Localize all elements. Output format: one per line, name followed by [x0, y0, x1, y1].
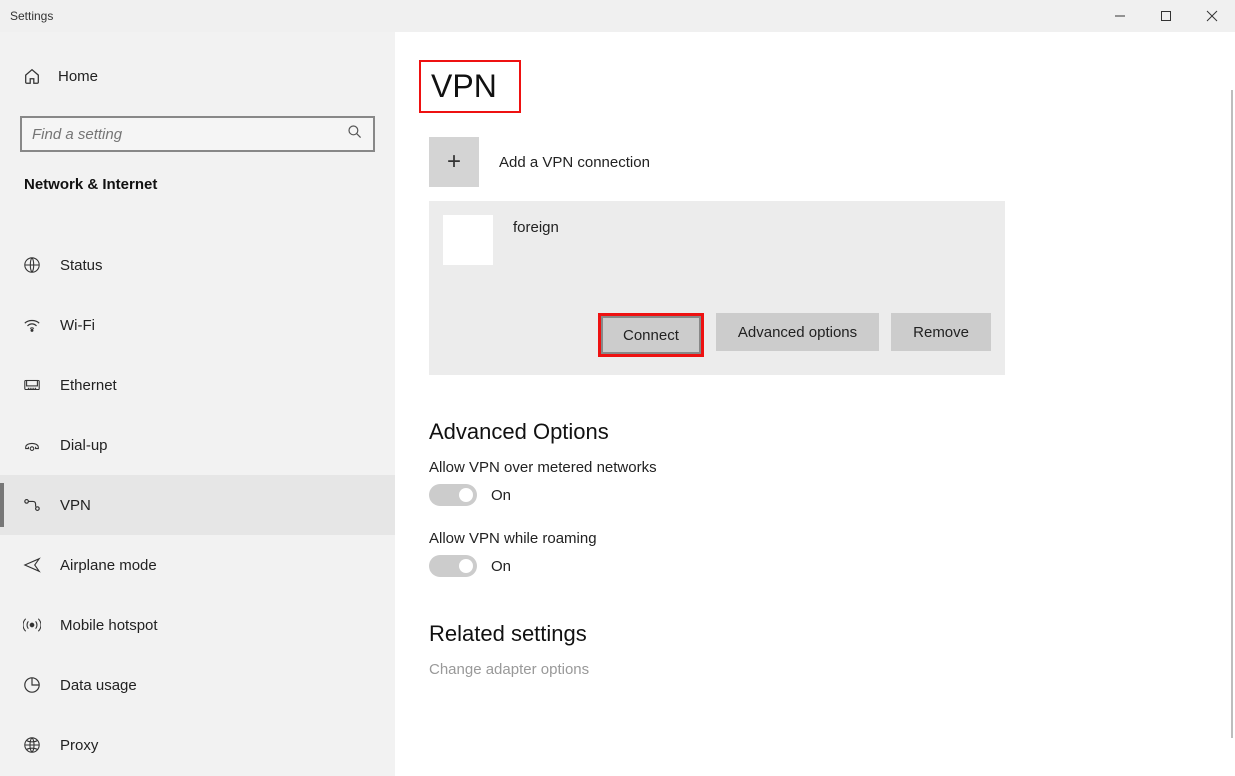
plus-icon: + [447, 148, 461, 176]
window-controls [1097, 0, 1235, 32]
airplane-icon [22, 555, 42, 575]
vpn-connection-card[interactable]: foreign Connect Advanced options Remove [429, 201, 1005, 375]
advanced-options-title: Advanced Options [429, 419, 1235, 445]
sidebar-item-label: VPN [60, 497, 91, 514]
minimize-button[interactable] [1097, 0, 1143, 32]
globe-icon [22, 255, 42, 275]
page-heading-highlight: VPN [419, 60, 521, 113]
advanced-options-button[interactable]: Advanced options [716, 313, 879, 351]
main-content: VPN + Add a VPN connection foreign Conne… [395, 32, 1235, 776]
add-vpn-row[interactable]: + Add a VPN connection [429, 137, 1235, 187]
wifi-icon [22, 315, 42, 335]
vpn-connection-name: foreign [513, 215, 559, 236]
sidebar-home-label: Home [58, 68, 98, 85]
sidebar-item-label: Status [60, 257, 103, 274]
sidebar-item-label: Airplane mode [60, 557, 157, 574]
sidebar-item-label: Proxy [60, 737, 98, 754]
sidebar-home[interactable]: Home [0, 60, 395, 92]
window-title: Settings [10, 9, 53, 23]
sidebar-item-dialup[interactable]: Dial-up [0, 415, 395, 475]
roaming-toggle-label: Allow VPN while roaming [429, 530, 1235, 547]
vpn-connection-icon [443, 215, 493, 265]
dialup-icon [22, 435, 42, 455]
sidebar-item-vpn[interactable]: VPN [0, 475, 395, 535]
search-input[interactable] [32, 126, 347, 143]
page-title: VPN [431, 68, 497, 105]
sidebar-item-wifi[interactable]: Wi-Fi [0, 295, 395, 355]
sidebar-item-label: Data usage [60, 677, 137, 694]
sidebar-item-label: Ethernet [60, 377, 117, 394]
metered-toggle-label: Allow VPN over metered networks [429, 459, 1235, 476]
hotspot-icon [22, 615, 42, 635]
metered-toggle[interactable] [429, 484, 477, 506]
proxy-icon [22, 735, 42, 755]
sidebar-item-ethernet[interactable]: Ethernet [0, 355, 395, 415]
sidebar: Home Network & Internet Status Wi-Fi [0, 32, 395, 776]
sidebar-nav: Status Wi-Fi Ethernet Dial-up VPN Airpla… [0, 235, 395, 775]
sidebar-item-proxy[interactable]: Proxy [0, 715, 395, 775]
sidebar-category: Network & Internet [0, 176, 395, 207]
sidebar-item-label: Mobile hotspot [60, 617, 158, 634]
sidebar-item-airplane[interactable]: Airplane mode [0, 535, 395, 595]
sidebar-item-label: Wi-Fi [60, 317, 95, 334]
vpn-icon [22, 495, 42, 515]
roaming-toggle-state: On [491, 558, 511, 575]
title-bar: Settings [0, 0, 1235, 32]
sidebar-item-label: Dial-up [60, 437, 108, 454]
sidebar-item-data-usage[interactable]: Data usage [0, 655, 395, 715]
metered-toggle-state: On [491, 487, 511, 504]
add-vpn-label: Add a VPN connection [499, 154, 650, 171]
add-vpn-button[interactable]: + [429, 137, 479, 187]
connect-button-highlight: Connect [598, 313, 704, 357]
close-button[interactable] [1189, 0, 1235, 32]
maximize-button[interactable] [1143, 0, 1189, 32]
search-input-wrap[interactable] [20, 116, 375, 152]
remove-button[interactable]: Remove [891, 313, 991, 351]
connect-button[interactable]: Connect [601, 316, 701, 354]
sidebar-item-hotspot[interactable]: Mobile hotspot [0, 595, 395, 655]
search-icon [347, 124, 363, 145]
data-icon [22, 675, 42, 695]
ethernet-icon [22, 375, 42, 395]
related-settings-title: Related settings [429, 621, 1235, 647]
sidebar-item-status[interactable]: Status [0, 235, 395, 295]
roaming-toggle[interactable] [429, 555, 477, 577]
home-icon [22, 66, 42, 86]
change-adapter-link[interactable]: Change adapter options [429, 661, 1235, 678]
